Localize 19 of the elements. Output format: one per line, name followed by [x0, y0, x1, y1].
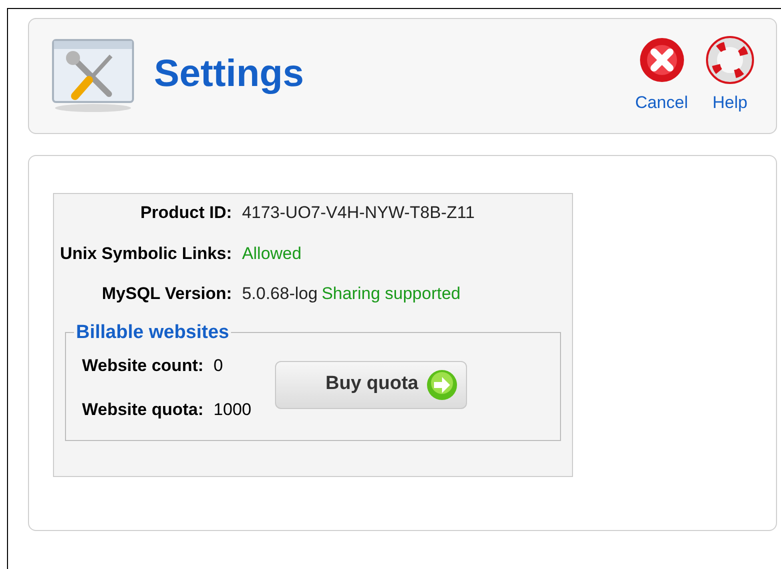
status-value: Allowed	[242, 242, 302, 264]
field-value: 4173-UO7-V4H-NYW-T8B-Z11	[242, 202, 475, 224]
cancel-button[interactable]: Cancel	[635, 36, 688, 116]
field-value: 5.0.68-log	[242, 283, 318, 305]
tools-icon	[51, 38, 135, 114]
buy-quota-button[interactable]: Buy quota	[275, 360, 468, 408]
group-legend: Billable websites	[74, 318, 232, 347]
help-button[interactable]: Help	[706, 36, 754, 116]
field-label: Unix Symbolic Links:	[60, 242, 232, 264]
field-label: Product ID:	[139, 202, 232, 224]
lifebuoy-icon	[706, 36, 754, 84]
close-icon	[638, 36, 686, 84]
field-label: MySQL Version:	[100, 283, 232, 305]
field-label: Website quota:	[82, 398, 204, 420]
field-label: Website count:	[82, 355, 204, 377]
status-value: Sharing supported	[322, 283, 460, 305]
field-value: 1000	[214, 398, 252, 420]
page-title: Settings	[154, 55, 304, 93]
field-value: 0	[214, 355, 224, 377]
